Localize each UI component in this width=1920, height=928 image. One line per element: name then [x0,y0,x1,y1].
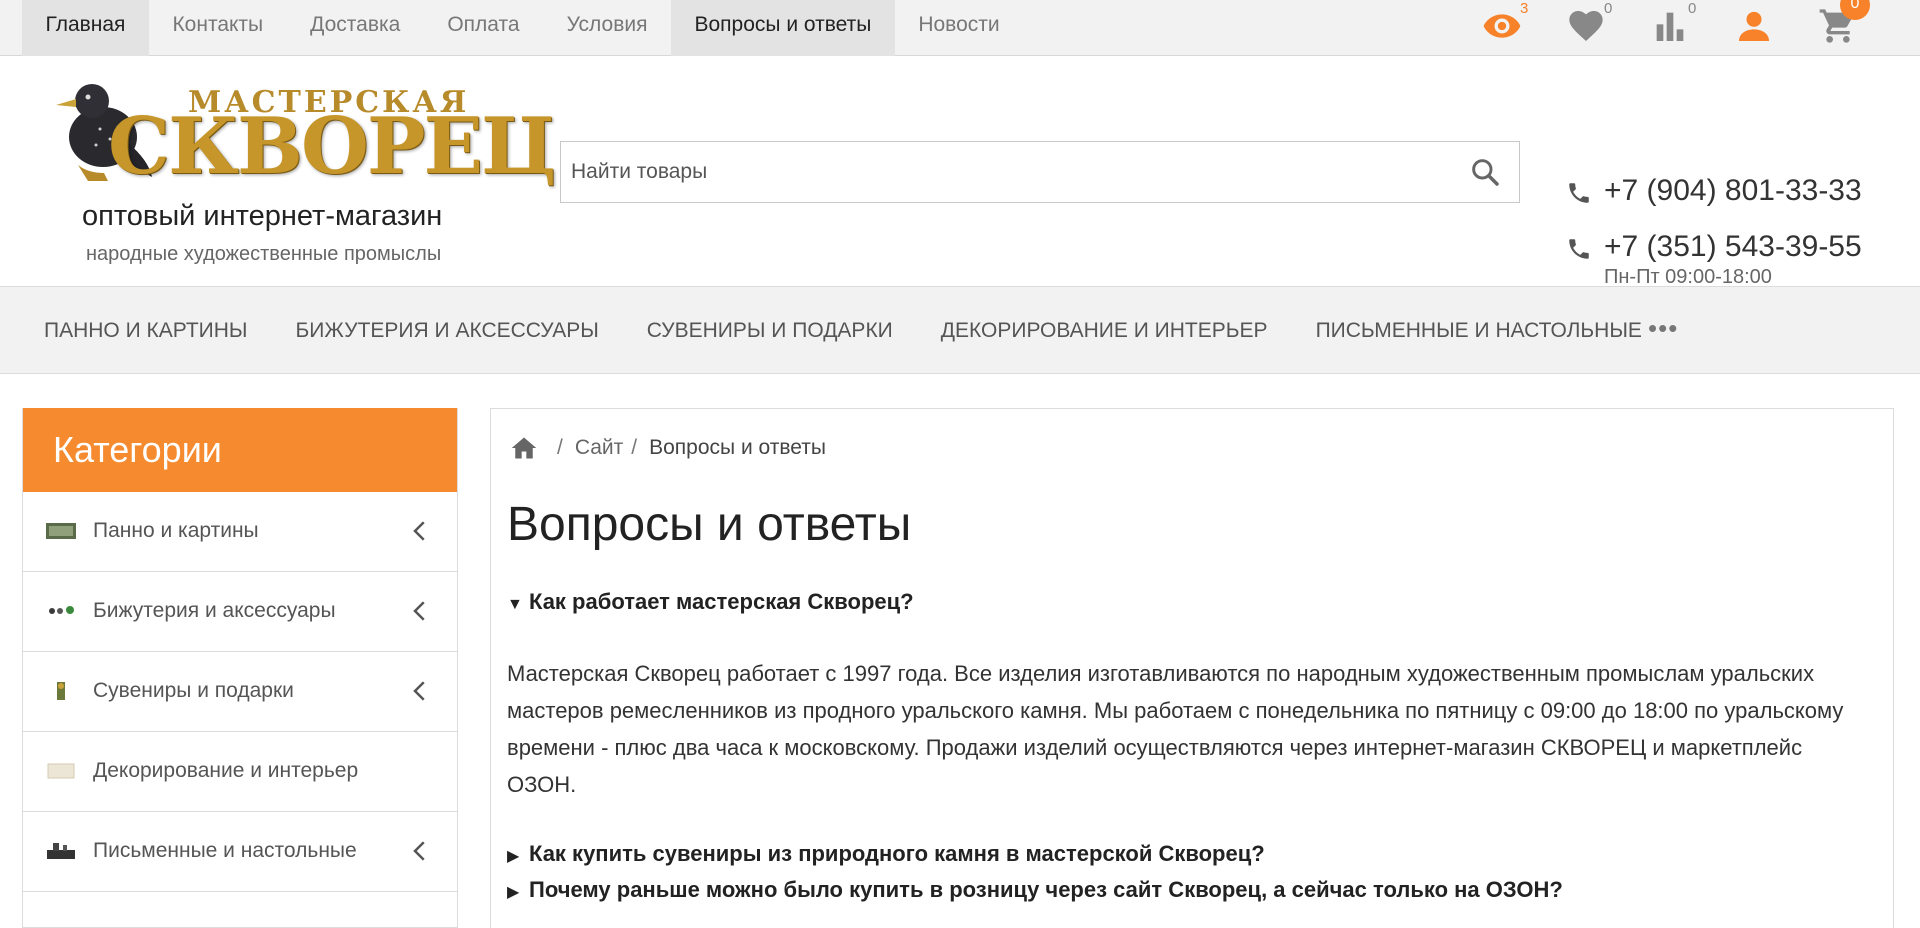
logo[interactable]: МАСТЕРСКАЯ СКВОРЕЦ [48,75,556,192]
favorites-button[interactable]: 0 [1566,0,1612,46]
faq-question-2[interactable]: ▶ Как купить сувениры из природного камня… [507,841,1265,867]
account-button[interactable] [1734,6,1774,46]
heart-icon [1569,11,1603,41]
sidebar-item-label: Декорирование и интерьер [93,759,359,782]
compare-button[interactable]: 0 [1650,0,1696,46]
phone-1-number: +7 (904) 801-33-33 [1604,174,1862,207]
search-box [560,141,1520,203]
category-thumbnail [49,606,74,614]
breadcrumb-current: Вопросы и ответы [649,436,826,459]
sidebar-item-panels[interactable]: Панно и картины [23,492,457,572]
breadcrumb-separator: / [557,436,563,459]
phone-icon [1569,183,1589,203]
category-thumbnail [47,763,75,779]
chevron-left-icon [413,841,425,861]
tagline: оптовый интернет-магазин [82,200,443,232]
search-icon[interactable] [1469,156,1501,188]
faq-answer-1: Мастерская Скворец работает с 1997 года.… [507,661,1844,797]
catnav-decor[interactable]: ДЕКОРИРОВАНИЕ И ИНТЕРЬЕР [941,319,1268,343]
sidebar-item-label: Письменные и настольные [93,839,357,862]
viewed-button[interactable]: 3 [1482,0,1528,46]
collapsed-marker-icon: ▶ [507,848,520,865]
user-icon [1739,11,1769,41]
more-icon[interactable]: ••• [1648,313,1678,343]
faq-question-text: Как работает мастерская Скворец? [529,589,914,614]
catnav-souvenirs[interactable]: СУВЕНИРЫ И ПОДАРКИ [647,319,893,343]
faq-question-3[interactable]: ▶ Почему раньше можно было купить в розни… [507,877,1563,903]
breadcrumb-site[interactable]: Сайт [575,436,623,460]
sidebar-title: Категории [23,408,457,492]
bar-chart-icon [1656,12,1684,41]
chevron-left-icon [413,681,425,701]
category-nav: ПАННО И КАРТИНЫ БИЖУТЕРИЯ И АКСЕССУАРЫ С… [0,286,1920,374]
user-icons: 3 0 0 0 [0,0,1920,56]
category-thumbnail [57,682,65,700]
phone-icon [1569,239,1589,259]
faq-question-1[interactable]: ▼ Как работает мастерская Скворец? [507,589,914,615]
eye-icon [1483,14,1521,38]
categories-sidebar: Категории Панно и картины Бижутерия и ак… [22,408,458,928]
sidebar-item-souvenirs[interactable]: Сувениры и подарки [23,652,457,732]
site-header: МАСТЕРСКАЯ СКВОРЕЦ оптовый интернет-мага… [0,57,1920,288]
favorites-count: 0 [1604,0,1613,17]
phone-2-number: +7 (351) 543-39-55 [1604,230,1862,263]
sidebar-item-label: Панно и картины [93,519,259,542]
viewed-count: 3 [1520,0,1529,17]
sidebar-item-desk[interactable]: Письменные и настольные [23,812,457,892]
chevron-left-icon [413,601,425,621]
sidebar-item-label: Сувениры и подарки [93,679,294,702]
faq-question-text: Почему раньше можно было купить в розниц… [529,877,1563,902]
catnav-jewelry[interactable]: БИЖУТЕРИЯ И АКСЕССУАРЫ [296,319,599,343]
category-thumbnail [46,523,76,539]
breadcrumb: / Сайт / Вопросы и ответы [509,433,826,463]
logo-text-main: СКВОРЕЦ [108,101,556,192]
home-icon[interactable] [509,434,539,462]
faq-question-text: Как купить сувениры из природного камня … [529,841,1265,866]
main-content: / Сайт / Вопросы и ответы Вопросы и отве… [490,408,1894,928]
search-input[interactable] [561,142,1441,202]
top-bar: Главная Контакты Доставка Оплата Условия… [0,0,1920,56]
catnav-desk[interactable]: ПИСЬМЕННЫЕ И НАСТОЛЬНЫЕ [1316,319,1642,343]
breadcrumb-separator: / [631,436,638,459]
expanded-marker-icon: ▼ [507,596,523,613]
page-title: Вопросы и ответы [507,498,912,551]
collapsed-marker-icon: ▶ [507,884,520,901]
compare-count: 0 [1688,0,1697,17]
sidebar-item-jewelry[interactable]: Бижутерия и аксессуары [23,572,457,652]
chevron-left-icon [413,521,425,541]
catnav-panels[interactable]: ПАННО И КАРТИНЫ [44,319,248,343]
subtagline: народные художественные промыслы [86,243,442,265]
sidebar-item-decor[interactable]: Декорирование и интерьер [23,732,457,812]
sidebar-item-label: Бижутерия и аксессуары [93,599,336,622]
category-thumbnail [47,843,75,859]
